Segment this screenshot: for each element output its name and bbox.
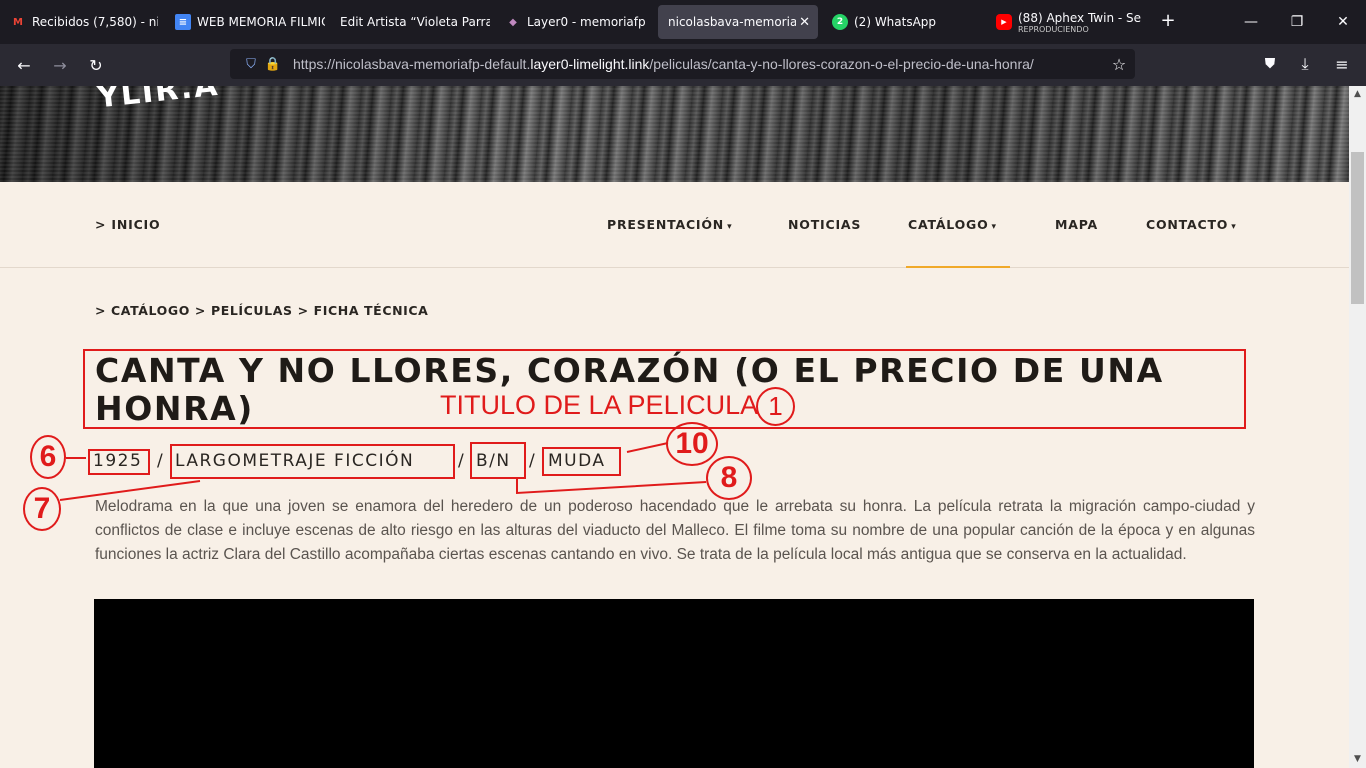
annotation-number-7: 7	[23, 487, 61, 531]
annotation-box-type	[170, 444, 455, 479]
chevron-down-icon: ▾	[991, 222, 997, 232]
nav-item-presentacion[interactable]: PRESENTACIÓN ▾	[607, 217, 732, 232]
docs-icon: ≡	[175, 14, 191, 30]
annotation-box-year	[88, 449, 150, 475]
nav-item-catalogo[interactable]: CATÁLOGO ▾	[908, 217, 997, 232]
menu-icon[interactable]: ≡	[1328, 51, 1356, 77]
tab-web-memoria[interactable]: ≡ WEB MEMORIA FILMICA	[165, 0, 325, 44]
meta-separator: /	[157, 451, 163, 471]
chevron-down-icon: ▾	[1231, 222, 1237, 232]
tab-layer0[interactable]: ◆ Layer0 - memoriafp	[495, 0, 655, 44]
annotation-number-1: 1	[756, 387, 795, 426]
tab-youtube-status: REPRODUCIENDO	[1018, 24, 1089, 34]
restore-icon[interactable]: ❐	[1274, 0, 1320, 44]
close-window-icon[interactable]: ✕	[1320, 0, 1366, 44]
chevron-down-icon: ▾	[727, 222, 733, 232]
tab-edit-artista[interactable]: Edit Artista “Violeta Parra” ‹	[330, 0, 490, 44]
breadcrumb[interactable]: > CATÁLOGO > PELÍCULAS > FICHA TÉCNICA	[95, 303, 428, 318]
scroll-down-icon[interactable]: ▼	[1349, 752, 1366, 766]
meta-separator: /	[458, 451, 464, 471]
whatsapp-icon: 2	[832, 14, 848, 30]
close-tab-icon[interactable]: ✕	[799, 15, 810, 30]
annotation-title-label: TITULO DE LA PELICULA	[440, 390, 759, 420]
nav-active-indicator	[906, 266, 1010, 268]
back-icon[interactable]: ←	[10, 52, 38, 78]
download-icon[interactable]: ⤓	[1291, 51, 1319, 77]
annotation-number-6: 6	[30, 435, 66, 479]
tab-youtube-title: (88) Aphex Twin - Selec	[1018, 10, 1141, 25]
annotation-box-color	[470, 442, 526, 479]
hero-banner-image: YLIR.A	[0, 86, 1349, 182]
nav-item-noticias[interactable]: NOTICIAS	[788, 217, 861, 232]
forward-icon[interactable]: →	[46, 52, 74, 78]
nav-item-contacto[interactable]: CONTACTO ▾	[1146, 217, 1237, 232]
tab-gmail[interactable]: M Recibidos (7,580) - nico	[0, 0, 158, 44]
tab-whatsapp[interactable]: 2 (2) WhatsApp	[822, 0, 982, 44]
meta-separator: /	[529, 451, 535, 471]
tab-active-memoriafp[interactable]: nicolasbava-memoriafp ✕	[658, 5, 818, 39]
nav-item-mapa[interactable]: MAPA	[1055, 217, 1098, 232]
scrollbar-thumb[interactable]	[1351, 152, 1364, 304]
gmail-icon: M	[13, 16, 23, 28]
video-player[interactable]	[94, 599, 1254, 768]
layer0-icon: ◆	[509, 16, 517, 28]
annotation-number-8: 8	[706, 456, 752, 500]
pocket-icon[interactable]: ⛊	[1256, 51, 1284, 77]
tab-youtube[interactable]: ▶ (88) Aphex Twin - Selec REPRODUCIENDO	[986, 0, 1141, 44]
scroll-up-icon[interactable]: ▲	[1349, 87, 1366, 101]
film-description: Melodrama en la que una joven se enamora…	[95, 498, 1255, 563]
new-tab-button[interactable]: +	[1158, 11, 1178, 31]
youtube-icon: ▶	[996, 14, 1012, 30]
url-text[interactable]: https://nicolasbava-memoriafp-default.la…	[293, 56, 1034, 72]
bookmark-star-icon[interactable]: ☆	[1105, 51, 1133, 77]
nav-home-link[interactable]: > INICIO	[95, 217, 160, 232]
lock-icon[interactable]: 🔒	[259, 51, 287, 77]
reload-icon[interactable]: ↻	[82, 52, 110, 78]
annotation-number-10: 10	[666, 422, 718, 466]
minimize-icon[interactable]: —	[1228, 0, 1274, 44]
annotation-box-sound	[542, 447, 621, 476]
